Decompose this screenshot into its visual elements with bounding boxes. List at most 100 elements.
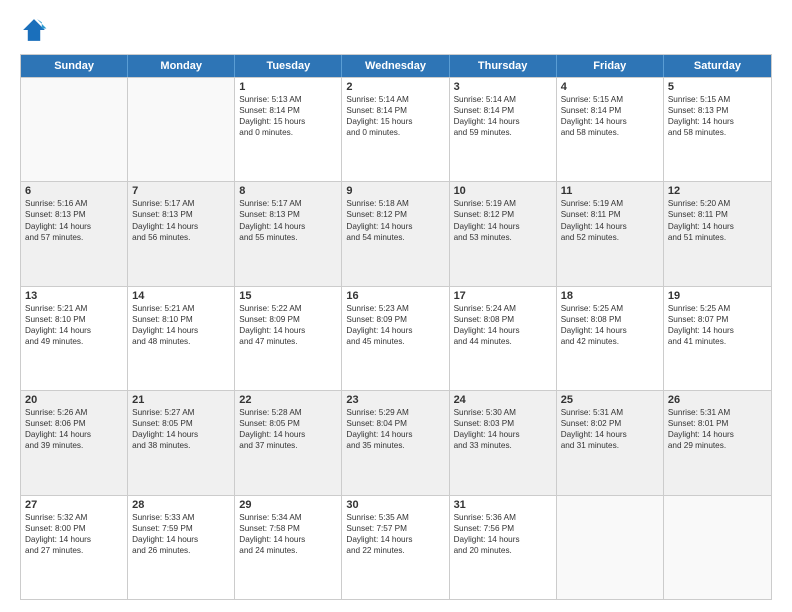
cell-line: Sunrise: 5:26 AM	[25, 407, 123, 418]
day-number: 13	[25, 290, 123, 302]
calendar-cell: 12Sunrise: 5:20 AMSunset: 8:11 PMDayligh…	[664, 182, 771, 285]
cell-line: Daylight: 14 hours	[239, 325, 337, 336]
calendar-cell: 25Sunrise: 5:31 AMSunset: 8:02 PMDayligh…	[557, 391, 664, 494]
day-number: 21	[132, 394, 230, 406]
cell-line: and 58 minutes.	[561, 127, 659, 138]
cell-line: Daylight: 14 hours	[668, 429, 767, 440]
cell-line: Sunset: 8:13 PM	[239, 209, 337, 220]
day-number: 25	[561, 394, 659, 406]
cell-line: Sunrise: 5:34 AM	[239, 512, 337, 523]
cell-line: Sunset: 8:05 PM	[239, 418, 337, 429]
cell-line: Daylight: 14 hours	[454, 534, 552, 545]
cell-line: and 20 minutes.	[454, 545, 552, 556]
cell-line: and 44 minutes.	[454, 336, 552, 347]
day-number: 5	[668, 81, 767, 93]
calendar-cell	[557, 496, 664, 599]
logo-icon	[20, 16, 48, 44]
cell-line: Sunset: 8:14 PM	[346, 105, 444, 116]
cell-line: and 58 minutes.	[668, 127, 767, 138]
logo	[20, 16, 54, 44]
cell-line: and 41 minutes.	[668, 336, 767, 347]
cell-line: Daylight: 14 hours	[668, 116, 767, 127]
cell-line: and 26 minutes.	[132, 545, 230, 556]
page: SundayMondayTuesdayWednesdayThursdayFrid…	[0, 0, 792, 612]
calendar-week: 1Sunrise: 5:13 AMSunset: 8:14 PMDaylight…	[21, 77, 771, 181]
day-number: 17	[454, 290, 552, 302]
cell-line: Daylight: 14 hours	[132, 429, 230, 440]
calendar-header-cell: Friday	[557, 55, 664, 77]
day-number: 30	[346, 499, 444, 511]
day-number: 15	[239, 290, 337, 302]
calendar-cell: 27Sunrise: 5:32 AMSunset: 8:00 PMDayligh…	[21, 496, 128, 599]
day-number: 31	[454, 499, 552, 511]
calendar-cell: 21Sunrise: 5:27 AMSunset: 8:05 PMDayligh…	[128, 391, 235, 494]
cell-line: Sunrise: 5:19 AM	[561, 198, 659, 209]
cell-line: Sunset: 8:11 PM	[668, 209, 767, 220]
day-number: 2	[346, 81, 444, 93]
cell-line: Daylight: 14 hours	[346, 325, 444, 336]
calendar-cell: 5Sunrise: 5:15 AMSunset: 8:13 PMDaylight…	[664, 78, 771, 181]
cell-line: and 29 minutes.	[668, 440, 767, 451]
cell-line: and 51 minutes.	[668, 232, 767, 243]
calendar-cell	[21, 78, 128, 181]
cell-line: Sunset: 8:14 PM	[454, 105, 552, 116]
cell-line: Sunset: 8:06 PM	[25, 418, 123, 429]
calendar-cell: 22Sunrise: 5:28 AMSunset: 8:05 PMDayligh…	[235, 391, 342, 494]
cell-line: Sunrise: 5:24 AM	[454, 303, 552, 314]
cell-line: and 52 minutes.	[561, 232, 659, 243]
cell-line: Daylight: 14 hours	[454, 116, 552, 127]
cell-line: Sunset: 8:13 PM	[132, 209, 230, 220]
calendar-cell: 4Sunrise: 5:15 AMSunset: 8:14 PMDaylight…	[557, 78, 664, 181]
cell-line: Daylight: 14 hours	[239, 429, 337, 440]
calendar-cell: 6Sunrise: 5:16 AMSunset: 8:13 PMDaylight…	[21, 182, 128, 285]
cell-line: Daylight: 14 hours	[668, 221, 767, 232]
cell-line: and 31 minutes.	[561, 440, 659, 451]
day-number: 1	[239, 81, 337, 93]
cell-line: Sunrise: 5:22 AM	[239, 303, 337, 314]
cell-line: Sunset: 8:14 PM	[239, 105, 337, 116]
cell-line: Sunrise: 5:19 AM	[454, 198, 552, 209]
day-number: 8	[239, 185, 337, 197]
calendar-cell: 13Sunrise: 5:21 AMSunset: 8:10 PMDayligh…	[21, 287, 128, 390]
cell-line: Daylight: 14 hours	[561, 221, 659, 232]
day-number: 7	[132, 185, 230, 197]
day-number: 22	[239, 394, 337, 406]
cell-line: and 49 minutes.	[25, 336, 123, 347]
day-number: 20	[25, 394, 123, 406]
cell-line: Daylight: 15 hours	[346, 116, 444, 127]
cell-line: Sunset: 7:56 PM	[454, 523, 552, 534]
cell-line: Daylight: 14 hours	[132, 534, 230, 545]
day-number: 16	[346, 290, 444, 302]
calendar-cell: 19Sunrise: 5:25 AMSunset: 8:07 PMDayligh…	[664, 287, 771, 390]
cell-line: Daylight: 14 hours	[346, 534, 444, 545]
cell-line: Sunset: 8:13 PM	[668, 105, 767, 116]
day-number: 27	[25, 499, 123, 511]
cell-line: Daylight: 14 hours	[346, 221, 444, 232]
cell-line: and 35 minutes.	[346, 440, 444, 451]
calendar-header-cell: Saturday	[664, 55, 771, 77]
cell-line: Sunrise: 5:25 AM	[561, 303, 659, 314]
cell-line: Sunset: 8:10 PM	[132, 314, 230, 325]
calendar-cell: 28Sunrise: 5:33 AMSunset: 7:59 PMDayligh…	[128, 496, 235, 599]
cell-line: Daylight: 14 hours	[454, 325, 552, 336]
cell-line: Sunset: 8:09 PM	[346, 314, 444, 325]
cell-line: Sunset: 8:04 PM	[346, 418, 444, 429]
day-number: 11	[561, 185, 659, 197]
cell-line: and 45 minutes.	[346, 336, 444, 347]
cell-line: Daylight: 14 hours	[346, 429, 444, 440]
calendar-cell: 11Sunrise: 5:19 AMSunset: 8:11 PMDayligh…	[557, 182, 664, 285]
cell-line: Sunset: 8:08 PM	[561, 314, 659, 325]
calendar-cell: 24Sunrise: 5:30 AMSunset: 8:03 PMDayligh…	[450, 391, 557, 494]
cell-line: Sunrise: 5:31 AM	[561, 407, 659, 418]
calendar-cell	[664, 496, 771, 599]
cell-line: Sunrise: 5:21 AM	[132, 303, 230, 314]
calendar-week: 6Sunrise: 5:16 AMSunset: 8:13 PMDaylight…	[21, 181, 771, 285]
calendar-cell: 1Sunrise: 5:13 AMSunset: 8:14 PMDaylight…	[235, 78, 342, 181]
day-number: 3	[454, 81, 552, 93]
calendar-cell: 8Sunrise: 5:17 AMSunset: 8:13 PMDaylight…	[235, 182, 342, 285]
cell-line: Sunrise: 5:17 AM	[132, 198, 230, 209]
cell-line: Daylight: 14 hours	[132, 221, 230, 232]
cell-line: and 59 minutes.	[454, 127, 552, 138]
cell-line: Sunrise: 5:15 AM	[668, 94, 767, 105]
calendar-cell: 23Sunrise: 5:29 AMSunset: 8:04 PMDayligh…	[342, 391, 449, 494]
